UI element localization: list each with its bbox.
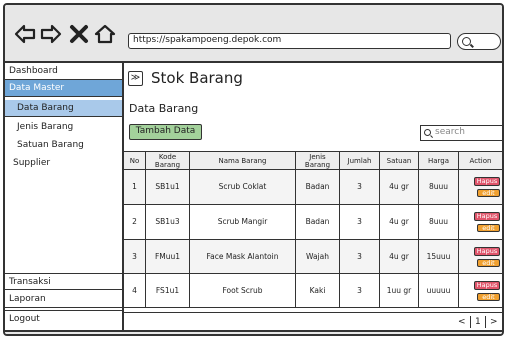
pagination: < 1 > (124, 312, 502, 330)
sidebar-item-transaksi[interactable]: Transaksi (5, 273, 122, 290)
delete-button[interactable]: Hapus (474, 212, 500, 221)
header-kode-barang: Kode Barang (146, 152, 190, 169)
browser-toolbar: https://spakampoeng.depok.com (5, 5, 502, 63)
cell-harga: 8uuu (419, 205, 459, 239)
header-jenis-barang: Jenis Barang (296, 152, 340, 169)
cell-jumlah: 3 (340, 240, 380, 273)
cell-no: 3 (124, 240, 146, 273)
cell-jenis: Badan (296, 170, 340, 204)
cell-satuan: 4u gr (380, 240, 419, 273)
header-satuan: Satuan (380, 152, 419, 169)
sidebar-item-supplier[interactable]: Supplier (5, 155, 122, 172)
edit-button[interactable]: edit (477, 258, 500, 267)
browser-window: https://spakampoeng.depok.com Dashboard … (3, 3, 504, 336)
section-title: Data Barang (129, 102, 199, 115)
search-icon (462, 37, 471, 46)
cell-kode: FS1u1 (146, 274, 190, 307)
url-bar[interactable]: https://spakampoeng.depok.com (128, 33, 451, 49)
cell-harga: 15uuu (419, 240, 459, 273)
header-action: Action (459, 152, 502, 169)
sidebar-item-data-barang[interactable]: Data Barang (5, 100, 122, 117)
cell-jenis: Wajah (296, 240, 340, 273)
cell-jumlah: 3 (340, 205, 380, 239)
add-data-button[interactable]: Tambah Data (129, 124, 202, 140)
cell-satuan: 4u gr (380, 170, 419, 204)
sidebar-item-satuan-barang[interactable]: Satuan Barang (5, 137, 122, 154)
table-row: 1 SB1u1 Scrub Coklat Badan 3 4u gr 8uuu … (124, 170, 502, 205)
cell-satuan: 4u gr (380, 205, 419, 239)
sidebar-item-dashboard[interactable]: Dashboard (5, 63, 122, 80)
cell-kode: SB1u3 (146, 205, 190, 239)
forward-arrow-icon[interactable] (40, 23, 62, 45)
table-row: 3 FMuu1 Face Mask Alantoin Wajah 3 4u gr… (124, 240, 502, 274)
cell-nama: Scrub Coklat (190, 170, 296, 204)
sidebar-item-laporan[interactable]: Laporan (5, 291, 122, 308)
back-arrow-icon[interactable] (14, 23, 36, 45)
cell-actions: Hapus edit (459, 205, 502, 239)
cell-jumlah: 3 (340, 170, 380, 204)
cell-harga: 8uuu (419, 170, 459, 204)
browser-status-bar (5, 330, 502, 334)
pagination-current[interactable]: 1 (470, 316, 486, 328)
header-harga: Harga (419, 152, 459, 169)
search-placeholder: search (435, 127, 465, 137)
main-content: ≫ Stok Barang Data Barang Tambah Data se… (124, 63, 502, 312)
close-icon[interactable] (68, 23, 90, 45)
cell-actions: Hapus edit (459, 274, 502, 307)
sidebar-item-logout[interactable]: Logout (5, 310, 122, 329)
cell-no: 1 (124, 170, 146, 204)
cell-kode: SB1u1 (146, 170, 190, 204)
table-header-row: No Kode Barang Nama Barang Jenis Barang … (124, 152, 502, 170)
cell-actions: Hapus edit (459, 240, 502, 273)
cell-no: 4 (124, 274, 146, 307)
pagination-prev[interactable]: < (458, 316, 466, 328)
collapse-icon[interactable]: ≫ (128, 71, 143, 86)
delete-button[interactable]: Hapus (474, 280, 500, 290)
header-no: No (124, 152, 146, 169)
delete-button[interactable]: Hapus (474, 246, 500, 256)
cell-nama: Scrub Mangir (190, 205, 296, 239)
home-icon[interactable] (94, 23, 116, 45)
search-icon (424, 129, 431, 136)
sidebar-item-jenis-barang[interactable]: Jenis Barang (5, 119, 122, 136)
sidebar: Dashboard Data Master Data Barang Jenis … (5, 63, 124, 330)
cell-jenis: Badan (296, 205, 340, 239)
cell-no: 2 (124, 205, 146, 239)
cell-kode: FMuu1 (146, 240, 190, 273)
table-search-input[interactable]: search (420, 125, 502, 141)
edit-button[interactable]: edit (477, 292, 500, 301)
table-row: 4 FS1u1 Foot Scrub Kaki 3 1uu gr uuuuu H… (124, 274, 502, 308)
delete-button[interactable]: Hapus (474, 177, 500, 186)
header-nama-barang: Nama Barang (190, 152, 296, 169)
edit-button[interactable]: edit (477, 189, 500, 197)
sidebar-item-data-master[interactable]: Data Master (5, 80, 122, 97)
edit-button[interactable]: edit (477, 224, 500, 232)
cell-jenis: Kaki (296, 274, 340, 307)
data-table: No Kode Barang Nama Barang Jenis Barang … (124, 151, 502, 308)
browser-search-button[interactable] (457, 33, 501, 50)
header-jumlah: Jumlah (340, 152, 380, 169)
cell-nama: Foot Scrub (190, 274, 296, 307)
cell-satuan: 1uu gr (380, 274, 419, 307)
pagination-next[interactable]: > (490, 316, 498, 328)
cell-actions: Hapus edit (459, 170, 502, 204)
cell-nama: Face Mask Alantoin (190, 240, 296, 273)
page-title: Stok Barang (151, 69, 243, 87)
cell-jumlah: 3 (340, 274, 380, 307)
table-row: 2 SB1u3 Scrub Mangir Badan 3 4u gr 8uuu … (124, 205, 502, 240)
cell-harga: uuuuu (419, 274, 459, 307)
